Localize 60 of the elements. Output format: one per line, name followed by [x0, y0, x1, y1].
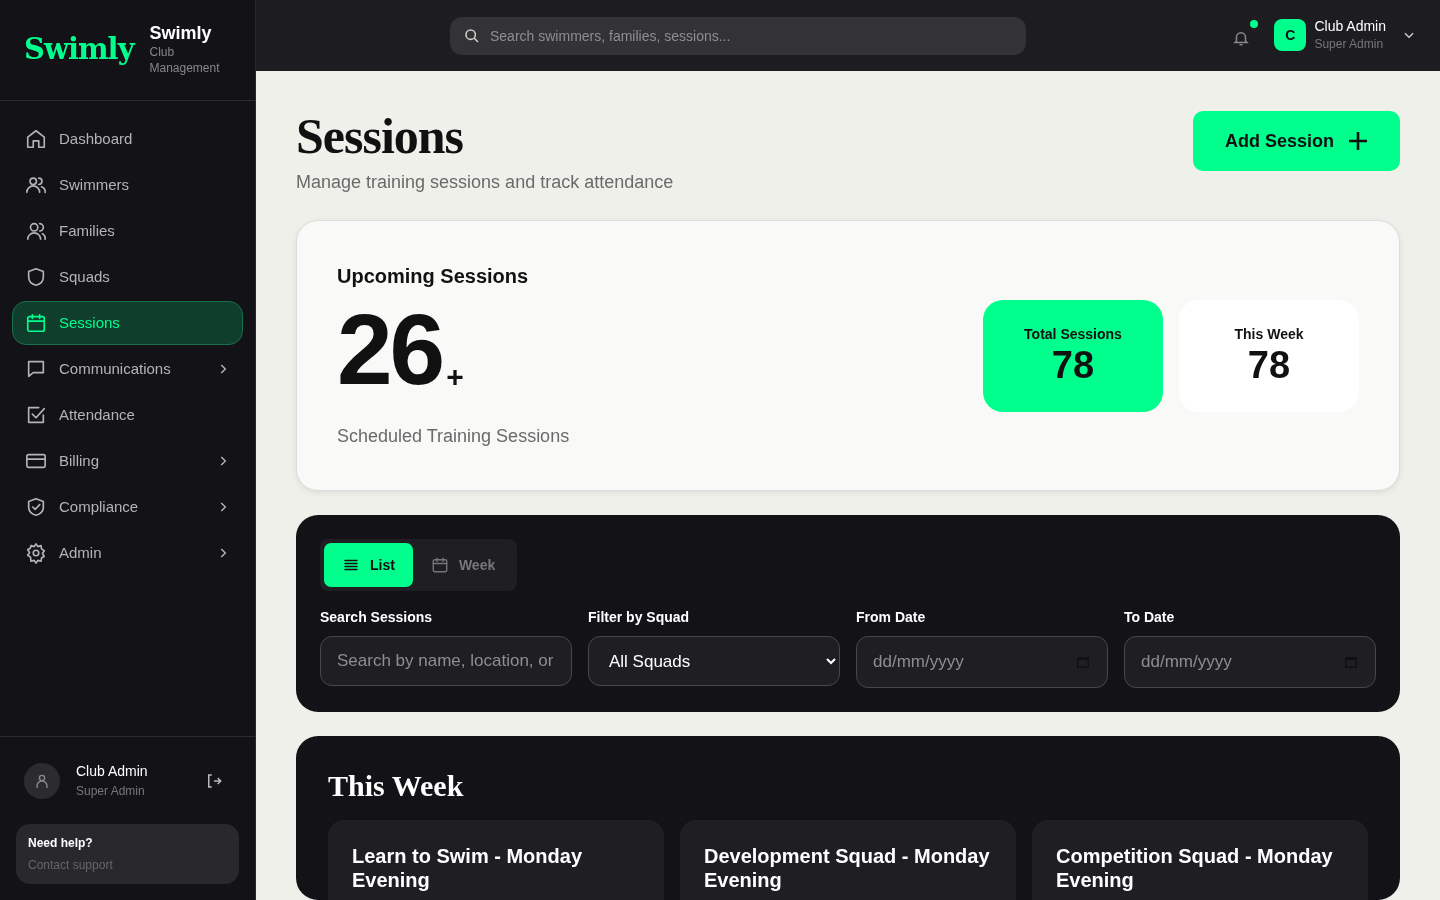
shield-check-icon [25, 496, 47, 518]
shield-icon [25, 266, 47, 288]
page-subtitle: Manage training sessions and track attendance [296, 171, 674, 194]
stat-value: 78 [1051, 345, 1095, 387]
date-field[interactable]: dd/mm/yyyy [1124, 636, 1376, 688]
sidebar-item[interactable]: Families [12, 209, 243, 253]
summary-heading: Upcoming Sessions [337, 264, 530, 289]
chat-icon [25, 358, 47, 380]
search-icon [464, 27, 480, 44]
sidebar-item[interactable]: Communications [12, 347, 243, 391]
session-card[interactable]: Development Squad - Monday Evening [680, 820, 1016, 900]
search-field[interactable]: Search swimmers, families, sessions... [450, 16, 1026, 55]
help-title: Need help? [28, 835, 94, 852]
summary-caption: Scheduled Training Sessions [337, 425, 570, 448]
user-role: Super Admin [76, 783, 146, 800]
field-label: Filter by Squad [588, 608, 691, 627]
stat-value: 78 [1247, 345, 1291, 387]
home-icon [25, 128, 47, 150]
field-label: To Date [1124, 608, 1176, 627]
calendar-icon [430, 556, 449, 574]
page-title: Sessions [296, 111, 465, 161]
session-card[interactable]: Learn to Swim - Monday Evening [328, 820, 664, 900]
session-title: Learn to Swim - Monday Evening [352, 844, 584, 892]
session-title: Development Squad - Monday Evening [704, 844, 991, 892]
view-tab[interactable]: List [324, 543, 413, 587]
brand-name: Swimly [149, 23, 213, 44]
user-menu[interactable]: C Club Admin Super Admin [1274, 18, 1416, 53]
calendar-icon [25, 312, 47, 334]
sidebar-item[interactable]: Dashboard [12, 117, 243, 161]
section-title: This Week [328, 768, 465, 804]
brand-logo: Swimly [24, 31, 134, 69]
brand-tagline: Club Management [149, 43, 221, 77]
sidebar-item[interactable]: Sessions [12, 301, 243, 345]
session-count: 26 [337, 299, 443, 399]
add-session-button[interactable]: Add Session [1192, 111, 1400, 171]
session-title: Competition Squad - Monday Evening [1056, 844, 1334, 892]
field-label: Search Sessions [320, 608, 434, 627]
squad-select[interactable]: All Squads [588, 636, 840, 686]
avatar-icon [24, 762, 60, 799]
count-suffix: + [446, 359, 464, 395]
checkbox-icon [25, 404, 47, 426]
sidebar-item[interactable]: Swimmers [12, 163, 243, 207]
users-icon [25, 174, 47, 196]
user-name: Club Admin [76, 762, 148, 781]
sidebar-item[interactable]: Compliance [12, 485, 243, 529]
session-card[interactable]: Competition Squad - Monday Evening [1032, 820, 1368, 900]
search-field[interactable]: Search by name, location, or [320, 636, 572, 686]
field-label: From Date [856, 608, 927, 627]
stat-label: This Week [1234, 325, 1304, 345]
logout-icon[interactable] [205, 771, 223, 790]
plus-icon [1348, 131, 1368, 151]
view-tab[interactable]: Week [412, 543, 514, 587]
sidebar-item[interactable]: Admin [12, 531, 243, 575]
sidebar-item[interactable]: Billing [12, 439, 243, 483]
sidebar-item[interactable]: Attendance [12, 393, 243, 437]
stat-label: Total Sessions [1024, 325, 1122, 345]
sidebar-item[interactable]: Squads [12, 255, 243, 299]
date-field[interactable]: dd/mm/yyyy [856, 636, 1108, 688]
user-icon [25, 220, 47, 242]
settings-icon [25, 542, 47, 564]
